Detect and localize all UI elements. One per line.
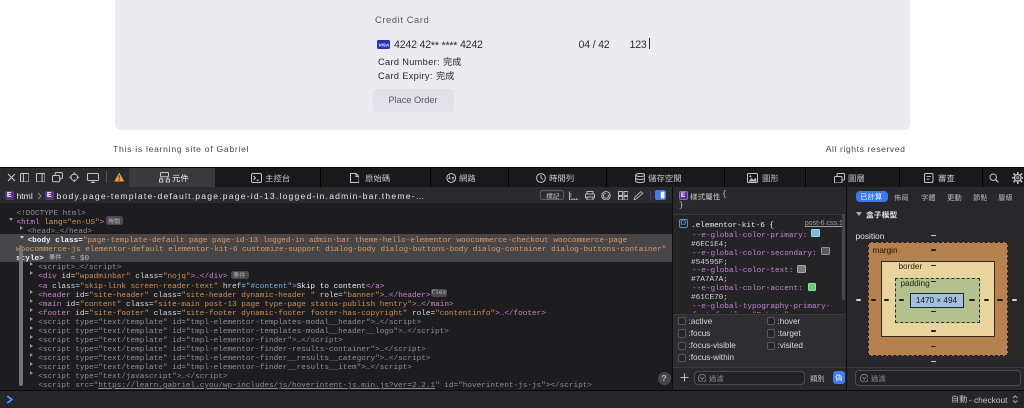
svg-text:VISA: VISA [378, 42, 389, 47]
